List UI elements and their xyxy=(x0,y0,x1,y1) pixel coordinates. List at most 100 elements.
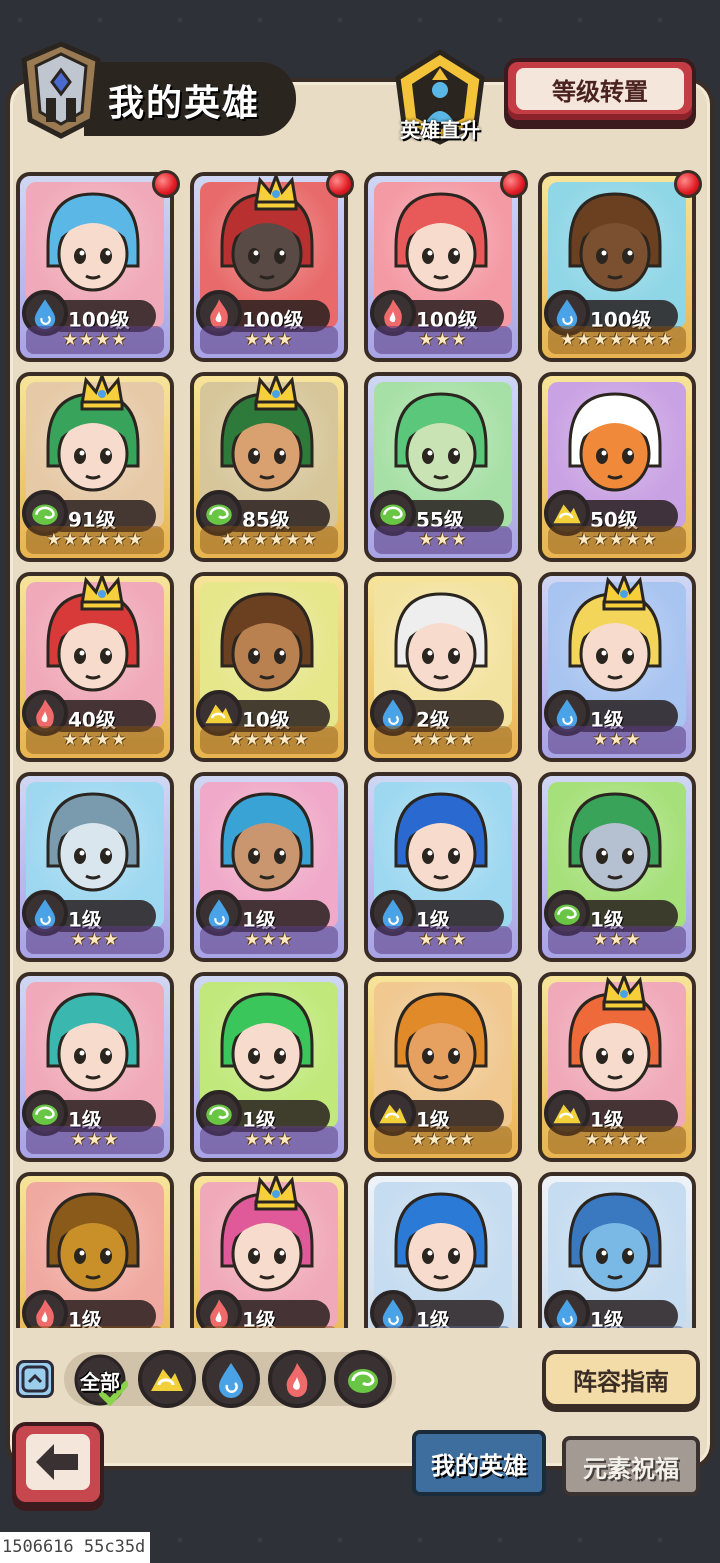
hero-card[interactable]: 1级 ★★★★ xyxy=(364,972,522,1162)
hero-card[interactable]: 100级 ★★★★★★★ xyxy=(538,172,696,362)
hero-stars: ★★★ xyxy=(200,1326,338,1328)
crown-icon xyxy=(80,376,124,411)
hero-level: 1级 xyxy=(68,1308,102,1328)
filter-chip-water[interactable] xyxy=(202,1350,260,1408)
hero-card[interactable]: 100级 ★★★ xyxy=(190,172,348,362)
hero-card[interactable]: 2级 ★★★★ xyxy=(364,572,522,762)
back-button[interactable] xyxy=(12,1422,104,1506)
hero-stars: ★★★★★★ xyxy=(200,526,338,554)
water-element-icon xyxy=(382,699,404,730)
filter-chip-wood[interactable] xyxy=(334,1350,392,1408)
hero-portrait xyxy=(46,992,140,1092)
crown-icon xyxy=(602,576,646,611)
hero-card[interactable]: 1级★★★ xyxy=(16,1172,174,1328)
hero-card[interactable]: 100级 ★★★ xyxy=(364,172,522,362)
hero-portrait xyxy=(220,592,314,692)
earth-element-icon xyxy=(205,704,233,724)
hero-card[interactable]: 1级★★★ xyxy=(364,772,522,962)
fire-element-icon xyxy=(286,1363,308,1397)
element-badge xyxy=(196,1290,242,1328)
hero-card[interactable]: 1级★★★ xyxy=(190,772,348,962)
hero-portrait xyxy=(568,1192,662,1292)
hero-stars: ★★★ xyxy=(200,1126,338,1154)
hero-portrait xyxy=(220,992,314,1092)
hero-stars: ★★★ xyxy=(374,926,512,954)
hero-card[interactable]: 91级 ★★★★★★ xyxy=(16,372,174,562)
wood-element-icon xyxy=(206,1104,232,1125)
wood-element-icon xyxy=(32,1104,58,1125)
water-element-icon xyxy=(219,1363,243,1398)
hero-card[interactable]: 1级 ★★★★ xyxy=(538,972,696,1162)
page-title: 我的英雄 xyxy=(108,83,261,124)
hero-portrait xyxy=(46,1192,140,1292)
hero-stars: ★★★★★ xyxy=(200,726,338,754)
earth-element-icon xyxy=(553,1104,581,1124)
hero-stars: ★★★★★★★ xyxy=(548,326,686,354)
fire-element-icon xyxy=(210,1299,228,1328)
hero-card[interactable]: 1级★★★ xyxy=(190,1172,348,1328)
crown-icon xyxy=(602,976,646,1011)
notification-dot xyxy=(326,170,354,198)
water-element-icon xyxy=(556,1299,578,1328)
hero-card[interactable]: 10级 ★★★★★ xyxy=(190,572,348,762)
wood-element-icon xyxy=(32,504,58,525)
fire-element-icon xyxy=(36,1299,54,1328)
collapse-button[interactable] xyxy=(16,1360,54,1398)
hero-card[interactable]: 1级★★★ xyxy=(364,1172,522,1328)
hero-card[interactable]: 55级 ★★★ xyxy=(364,372,522,562)
hero-stars: ★★★★ xyxy=(374,726,512,754)
hero-stars: ★★★★ xyxy=(548,1126,686,1154)
water-element-icon xyxy=(382,1299,404,1328)
hero-card[interactable]: 40级 ★★★★ xyxy=(16,572,174,762)
water-element-icon xyxy=(382,899,404,930)
water-element-icon xyxy=(208,899,230,930)
element-badge xyxy=(22,1290,68,1328)
hero-card[interactable]: 1级★★★ xyxy=(16,972,174,1162)
hero-level: 1级 xyxy=(242,1308,276,1328)
hero-direct-up-label[interactable]: 英雄直升 xyxy=(380,114,500,143)
fire-element-icon xyxy=(36,699,54,729)
tab-my-heroes[interactable]: 我的英雄 xyxy=(412,1430,546,1496)
hero-stars: ★★★ xyxy=(374,1326,512,1328)
hero-card[interactable]: 1级★★★ xyxy=(538,572,696,762)
hero-level: 1级 xyxy=(416,1308,450,1328)
hero-stars: ★★★ xyxy=(26,1126,164,1154)
filter-all-label[interactable]: 全部 xyxy=(72,1366,128,1395)
hero-stars: ★★★ xyxy=(26,1326,164,1328)
helmet-icon xyxy=(21,41,101,139)
level-transfer-button[interactable]: 等级转置 xyxy=(504,58,696,124)
hero-stars: ★★★ xyxy=(26,926,164,954)
crown-icon xyxy=(254,1176,298,1211)
earth-element-icon xyxy=(379,1104,407,1124)
hero-portrait xyxy=(568,392,662,492)
hero-portrait xyxy=(394,192,488,292)
notification-dot xyxy=(152,170,180,198)
hero-stars: ★★★ xyxy=(200,926,338,954)
hero-card[interactable]: 100级 ★★★★ xyxy=(16,172,174,362)
hero-card[interactable]: 1级★★★ xyxy=(190,972,348,1162)
hero-stars: ★★★ xyxy=(548,926,686,954)
formation-guide-button[interactable]: 阵容指南 xyxy=(542,1350,700,1408)
water-element-icon xyxy=(34,899,56,930)
hero-portrait xyxy=(394,592,488,692)
water-element-icon xyxy=(556,699,578,730)
hero-portrait xyxy=(394,792,488,892)
hero-portrait xyxy=(568,792,662,892)
hero-portrait xyxy=(220,792,314,892)
hero-card[interactable]: 85级 ★★★★★★ xyxy=(190,372,348,562)
hero-stars: ★★★★★★ xyxy=(26,526,164,554)
hero-card[interactable]: 1级★★★ xyxy=(538,1172,696,1328)
hero-stars: ★★★★★ xyxy=(548,526,686,554)
wood-element-icon xyxy=(380,504,406,525)
wood-element-icon xyxy=(206,504,232,525)
hero-card[interactable]: 50级 ★★★★★ xyxy=(538,372,696,562)
filter-chip-earth[interactable] xyxy=(138,1350,196,1408)
hero-card[interactable]: 1级★★★ xyxy=(538,772,696,962)
hero-stars: ★★★★ xyxy=(26,326,164,354)
filter-chip-fire[interactable] xyxy=(268,1350,326,1408)
hero-card[interactable]: 1级★★★ xyxy=(16,772,174,962)
fire-element-icon xyxy=(384,299,402,329)
hero-portrait xyxy=(46,792,140,892)
hero-stars: ★★★ xyxy=(374,326,512,354)
tab-element-blessing[interactable]: 元素祝福 xyxy=(562,1436,700,1496)
